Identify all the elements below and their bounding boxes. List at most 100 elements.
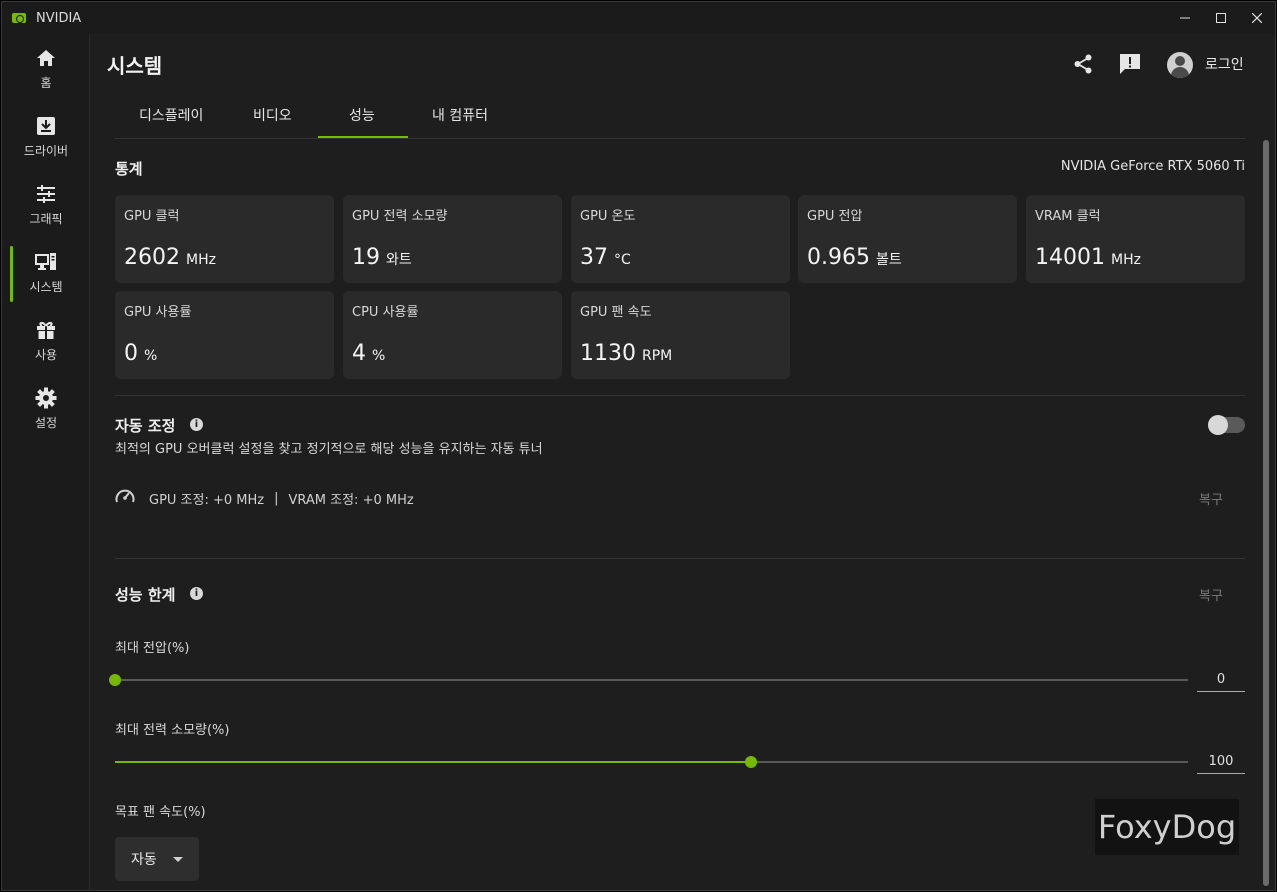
slider-fill xyxy=(115,761,752,763)
gear-icon xyxy=(34,386,58,410)
stat-label: GPU 사용률 xyxy=(124,305,192,320)
page-title: 시스템 xyxy=(107,54,163,78)
nvidia-logo-icon xyxy=(12,13,26,23)
auto-tune-description: 최적의 GPU 오버클럭 설정을 찾고 정기적으로 해당 성능을 유지하는 자동… xyxy=(115,442,543,457)
stat-value: 1130 RPM xyxy=(580,341,673,366)
slider-thumb[interactable] xyxy=(745,756,758,768)
main-content: 디스플레이 비디오 성능 내 컴퓨터 통계 NVIDIA GeForce RTX… xyxy=(91,91,1261,890)
gpu-tune-value: GPU 조정: +0 MHz xyxy=(149,492,265,508)
fan-target-label: 목표 팬 속도(%) xyxy=(115,805,206,820)
stat-label: CPU 사용률 xyxy=(352,305,419,320)
speedometer-icon xyxy=(115,487,135,509)
stat-card-fan-speed: GPU 팬 속도 1130 RPM xyxy=(571,291,790,379)
tab-display[interactable]: 디스플레이 xyxy=(139,105,203,125)
window-title: NVIDIA xyxy=(36,10,82,26)
stat-label: GPU 클럭 xyxy=(124,209,180,224)
app-window: NVIDIA 홈 드라이버 그래픽 시스템 사용 설정 시스템 로그인 디스플레… xyxy=(1,1,1276,891)
info-icon[interactable]: i xyxy=(190,418,203,431)
max-power-slider[interactable] xyxy=(115,756,1188,768)
gpu-name: NVIDIA GeForce RTX 5060 Ti xyxy=(1060,159,1245,174)
stat-card-gpu-temp: GPU 온도 37 °C xyxy=(571,195,790,283)
sidebar-item-graphics[interactable]: 그래픽 xyxy=(2,174,90,236)
close-icon xyxy=(1252,13,1262,23)
toggle-knob xyxy=(1208,415,1228,435)
stat-card-vram-clock: VRAM 클럭 14001 MHz xyxy=(1026,195,1245,283)
system-icon xyxy=(34,250,58,274)
stat-card-gpu-usage: GPU 사용률 0% xyxy=(115,291,334,379)
limits-title: 성능 한계 xyxy=(115,586,176,604)
stat-value: 37 °C xyxy=(580,245,631,270)
info-icon[interactable]: i xyxy=(190,587,203,600)
stat-value: 4% xyxy=(352,341,386,366)
dropdown-value: 자동 xyxy=(131,852,157,868)
tab-video[interactable]: 비디오 xyxy=(253,105,292,125)
auto-tune-title: 자동 조정 xyxy=(115,417,176,435)
sidebar-item-label: 홈 xyxy=(40,76,52,90)
maximize-button[interactable] xyxy=(1203,2,1239,34)
max-power-value[interactable]: 100 xyxy=(1197,750,1245,774)
stat-value: 14001 MHz xyxy=(1035,245,1141,270)
login-link[interactable]: 로그인 xyxy=(1205,54,1244,74)
max-power-label: 최대 전력 소모량(%) xyxy=(115,723,230,738)
minimize-icon xyxy=(1180,17,1190,19)
max-voltage-value[interactable]: 0 xyxy=(1197,668,1245,692)
stat-label: GPU 팬 속도 xyxy=(580,305,652,320)
sidebar-item-settings[interactable]: 설정 xyxy=(2,378,90,440)
minimize-button[interactable] xyxy=(1167,2,1203,34)
slider-thumb[interactable] xyxy=(109,674,121,686)
stat-card-gpu-voltage: GPU 전압 0.965 볼트 xyxy=(798,195,1017,283)
close-button[interactable] xyxy=(1239,2,1275,34)
max-voltage-slider[interactable] xyxy=(109,674,1188,686)
stat-value: 2602 MHz xyxy=(124,245,216,270)
window-controls xyxy=(1167,2,1275,34)
sidebar-item-redeem[interactable]: 사용 xyxy=(2,310,90,372)
tuner-separator: | xyxy=(274,490,279,506)
stats-title: 통계 xyxy=(115,160,143,178)
vram-tune-value: VRAM 조정: +0 MHz xyxy=(288,492,414,508)
stat-label: VRAM 클럭 xyxy=(1035,209,1101,224)
sidebar-item-system[interactable]: 시스템 xyxy=(2,242,90,304)
sidebar-item-driver[interactable]: 드라이버 xyxy=(2,106,90,168)
tab-my-computer[interactable]: 내 컴퓨터 xyxy=(432,105,488,125)
sidebar: 홈 드라이버 그래픽 시스템 사용 설정 xyxy=(2,34,90,890)
auto-tune-toggle[interactable] xyxy=(1208,415,1245,435)
stat-card-gpu-clock: GPU 클럭 2602 MHz xyxy=(115,195,334,283)
stat-value: 0.965 볼트 xyxy=(807,245,902,270)
page-header: 시스템 로그인 xyxy=(91,34,1275,91)
home-icon xyxy=(34,46,58,70)
stat-label: GPU 전압 xyxy=(807,209,863,224)
gift-icon xyxy=(34,318,58,342)
active-tab-indicator xyxy=(318,136,408,138)
max-voltage-label: 최대 전압(%) xyxy=(115,641,190,656)
avatar[interactable] xyxy=(1167,52,1193,78)
divider xyxy=(115,558,1245,559)
watermark: FoxyDog xyxy=(1095,799,1239,855)
stat-card-gpu-power: GPU 전력 소모량 19 와트 xyxy=(343,195,562,283)
auto-tune-reset-button[interactable]: 복구 xyxy=(1199,489,1223,508)
sidebar-item-label: 사용 xyxy=(34,348,58,362)
title-bar: NVIDIA xyxy=(2,2,1275,34)
tuner-status-row: GPU 조정: +0 MHz | VRAM 조정: +0 MHz xyxy=(115,487,414,509)
sliders-icon xyxy=(34,182,58,206)
download-icon xyxy=(34,114,58,138)
fan-target-dropdown[interactable]: 자동 xyxy=(115,837,199,881)
stat-value: 19 와트 xyxy=(352,245,412,270)
tab-performance[interactable]: 성능 xyxy=(349,105,375,125)
scrollbar[interactable] xyxy=(1263,140,1269,886)
share-icon[interactable] xyxy=(1071,52,1095,76)
sidebar-item-home[interactable]: 홈 xyxy=(2,38,90,100)
sidebar-item-label: 시스템 xyxy=(29,280,63,294)
divider xyxy=(115,395,1245,396)
stat-label: GPU 전력 소모량 xyxy=(352,209,448,224)
sidebar-item-label: 그래픽 xyxy=(29,212,63,226)
sidebar-item-label: 설정 xyxy=(34,416,58,430)
limits-reset-button[interactable]: 복구 xyxy=(1199,585,1223,604)
stat-value: 0% xyxy=(124,341,158,366)
maximize-icon xyxy=(1216,13,1226,23)
chevron-down-icon xyxy=(172,856,183,862)
stat-card-cpu-usage: CPU 사용률 4% xyxy=(343,291,562,379)
sidebar-item-label: 드라이버 xyxy=(23,144,69,158)
tab-bar: 디스플레이 비디오 성능 내 컴퓨터 xyxy=(115,91,1245,139)
feedback-icon[interactable] xyxy=(1118,52,1142,76)
stat-label: GPU 온도 xyxy=(580,209,636,224)
